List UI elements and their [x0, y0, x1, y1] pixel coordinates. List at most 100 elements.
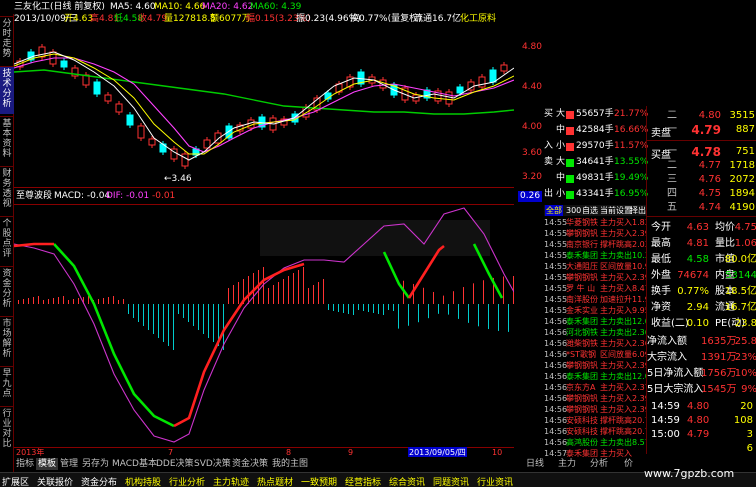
- alert-volume: 20.75/: [632, 416, 646, 425]
- tab-intraday[interactable]: 分时走势: [0, 16, 14, 64]
- flow-side-label: 卖: [544, 157, 554, 167]
- order-flow-row: 卖大 34641手 13.55%: [544, 156, 648, 169]
- stat-label: 净资: [651, 302, 671, 313]
- candle-body: [93, 81, 101, 95]
- histogram-bar: [498, 304, 499, 331]
- obscured-region: [260, 220, 490, 256]
- tab-save-as[interactable]: 另存为: [80, 458, 111, 470]
- histogram-bar: [378, 304, 379, 314]
- fund-flow-row: 5日净流入额 1756万 10%: [543, 366, 756, 382]
- right-bottom-tab[interactable]: 主力: [556, 458, 578, 470]
- tab-fund-decision[interactable]: 资金决策: [230, 458, 270, 470]
- trade-volume: 108: [733, 415, 753, 426]
- histogram-bar: [308, 288, 309, 304]
- indicator-chart[interactable]: [13, 204, 515, 447]
- order-flow-row: 入小 29570手 11.57%: [544, 140, 648, 153]
- tab-filter[interactable]: 择出: [630, 205, 646, 216]
- right-bottom-tab[interactable]: 分析: [588, 458, 610, 470]
- buy-level-row[interactable]: 五 4.74 4190: [647, 200, 756, 216]
- candlestick-chart[interactable]: ←3.46: [13, 28, 515, 188]
- flow-value: 1391万: [701, 352, 737, 363]
- status-tab[interactable]: 行业资讯: [477, 475, 513, 487]
- tab-financial[interactable]: 财务透视: [0, 166, 14, 214]
- axis-label: 4.40: [521, 82, 542, 92]
- flow-label: 净流入额: [647, 336, 687, 347]
- flow-percent: 16.66%: [614, 125, 649, 135]
- sell-level-volume: 887: [735, 124, 755, 135]
- histogram-bar: [413, 283, 414, 304]
- indicator-name[interactable]: 至尊波段: [16, 191, 52, 202]
- quote-stat-row: 最高 4.81 量比 1.06: [543, 236, 756, 252]
- tab-manage[interactable]: 管理: [58, 458, 80, 470]
- status-tab[interactable]: 主力轨迹: [213, 475, 249, 487]
- status-tab[interactable]: 经营指标: [345, 475, 381, 487]
- alert-row[interactable]: 14:56安硕科技撑杆跳高20.75/: [544, 415, 646, 426]
- tab-market-analysis[interactable]: 市场解析: [0, 316, 14, 364]
- alert-time: 14:56: [544, 416, 568, 425]
- dea-value: -0.01: [152, 191, 176, 201]
- tab-stock-review[interactable]: 个股点评: [0, 216, 14, 264]
- fund-flow-row: 净流入额 1635万 25.8: [543, 334, 756, 350]
- status-tab[interactable]: 扩展区: [2, 475, 29, 487]
- tab-current[interactable]: 当前: [600, 205, 616, 216]
- histogram-bar: [398, 304, 399, 329]
- info-turnover: 换0.77%(量复权): [350, 14, 422, 24]
- flow-label: 5日大宗流入: [647, 384, 704, 395]
- alert-row[interactable]: 14:56安硕科技撑杆跳高20.75/: [544, 426, 646, 437]
- histogram-bar: [483, 280, 484, 304]
- status-tab[interactable]: 资金分布: [81, 475, 117, 487]
- status-tab[interactable]: 关联报价: [37, 475, 73, 487]
- histogram-bar: [98, 299, 99, 304]
- trade-row: 15:00 4.79 3: [647, 428, 756, 442]
- axis-label: 4.00: [521, 122, 542, 132]
- order-flow-breakdown: 买大 55657手 21.77% 中 42584手 16.66% 入小 29570手 11.57…: [544, 106, 649, 204]
- status-tab[interactable]: 行业分析: [169, 475, 205, 487]
- histogram-bar: [278, 282, 279, 304]
- buy-level-label: 五: [667, 202, 677, 213]
- tab-dde[interactable]: DDE决策: [154, 458, 196, 470]
- tab-watchlist[interactable]: 自选: [582, 205, 598, 216]
- axis-label: 3.60: [521, 148, 542, 158]
- flow-ratio: 10%: [734, 368, 756, 379]
- tab-industry-compare[interactable]: 行业对比: [0, 406, 14, 454]
- candle-body: [456, 86, 464, 94]
- tab-svd[interactable]: SVD决策: [192, 458, 233, 470]
- tab-indicator[interactable]: 指标: [14, 458, 36, 470]
- status-tab[interactable]: 同题资讯: [433, 475, 469, 487]
- macd-value: MACD: -0.04: [54, 191, 111, 201]
- tab-macd-basic[interactable]: MACD基本: [110, 458, 159, 470]
- tab-morning[interactable]: 早九点: [0, 366, 14, 404]
- flow-size-label: 大: [556, 109, 566, 119]
- dif-value: DIF: -0.01: [106, 191, 150, 201]
- tab-daily[interactable]: 日线: [524, 458, 546, 470]
- tab-technical-analysis[interactable]: 技术分析: [0, 66, 14, 114]
- tab-my-main[interactable]: 我的主图: [270, 458, 310, 470]
- histogram-bar: [43, 300, 44, 304]
- status-tab[interactable]: 机构持股: [125, 475, 161, 487]
- histogram-bar: [198, 304, 199, 330]
- info-sector: 化工原料: [460, 14, 497, 24]
- histogram-bar: [323, 279, 324, 304]
- histogram-bar: [53, 298, 54, 304]
- status-tab[interactable]: 一致预期: [301, 475, 337, 487]
- flow-value: 1756万: [701, 368, 737, 379]
- status-tab[interactable]: 热点题材: [257, 475, 293, 487]
- tab-all[interactable]: 全部: [545, 205, 563, 216]
- tab-basic-info[interactable]: 基本资料: [0, 116, 14, 164]
- alert-row[interactable]: 14:56高鸿股份主力卖出8.57/: [544, 437, 646, 448]
- status-tab[interactable]: 综合资讯: [389, 475, 425, 487]
- tab-fund-analysis[interactable]: 资金分析: [0, 266, 14, 314]
- tab-300[interactable]: 300: [566, 205, 581, 216]
- trade-row: 14:59 4.80 108: [647, 414, 756, 428]
- histogram-bar: [193, 304, 194, 326]
- alert-stock-name: 高鸿股份: [566, 438, 598, 447]
- stat-label: 外盘: [651, 270, 671, 281]
- divider: [647, 216, 756, 217]
- tab-template[interactable]: 模板: [36, 458, 59, 470]
- ma20-label: MA20: 4.62: [202, 2, 254, 12]
- histogram-bar: [428, 304, 429, 319]
- alert-time: 14:56: [544, 438, 568, 447]
- right-bottom-tab[interactable]: 价: [622, 458, 635, 470]
- flow-size-label: 大: [556, 157, 566, 167]
- alert-row[interactable]: 14:56攀钢钢钒主力买入2.39/: [544, 404, 646, 415]
